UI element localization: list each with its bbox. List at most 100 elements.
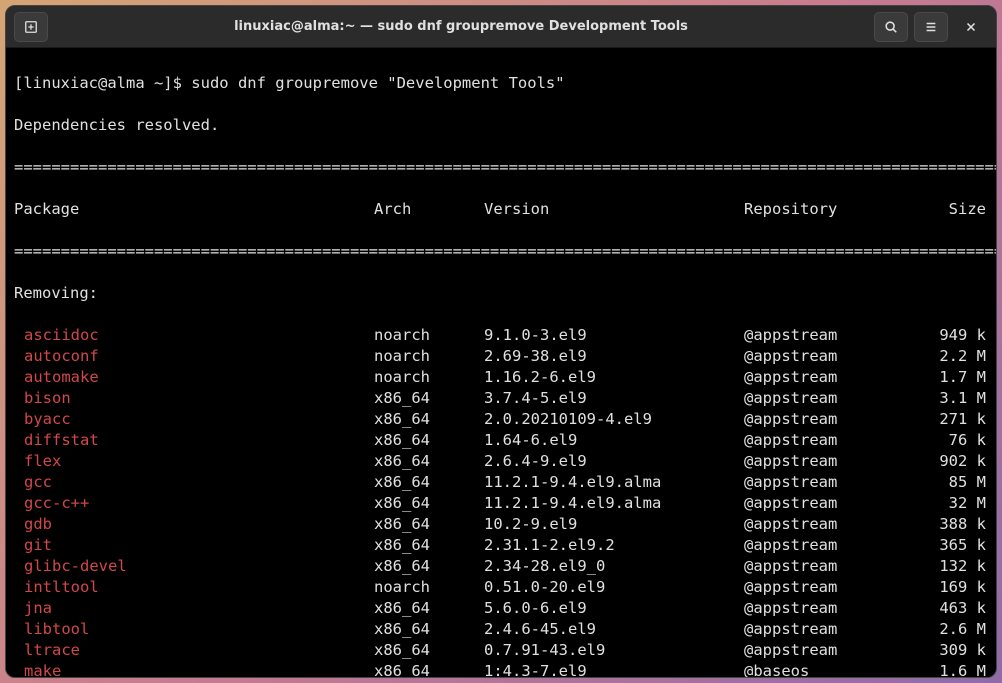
- pkg-repo: @appstream: [744, 535, 894, 556]
- pkg-arch: noarch: [374, 367, 484, 388]
- table-row: gdbx86_6410.2-9.el9@appstream388 k: [14, 514, 988, 535]
- menu-button[interactable]: [914, 12, 948, 42]
- deps-line: Dependencies resolved.: [14, 115, 988, 136]
- pkg-arch: x86_64: [374, 598, 484, 619]
- table-row: ltracex86_640.7.91-43.el9@appstream309 k: [14, 640, 988, 661]
- pkg-size: 365 k: [894, 535, 988, 556]
- pkg-repo: @appstream: [744, 493, 894, 514]
- pkg-arch: noarch: [374, 577, 484, 598]
- removing-section: Removing:: [14, 283, 988, 304]
- pkg-size: 949 k: [894, 325, 988, 346]
- terminal-content[interactable]: [linuxiac@alma ~]$ sudo dnf groupremove …: [6, 48, 996, 677]
- pkg-repo: @appstream: [744, 640, 894, 661]
- pkg-arch: x86_64: [374, 661, 484, 677]
- pkg-repo: @appstream: [744, 430, 894, 451]
- pkg-version: 0.7.91-43.el9: [484, 640, 744, 661]
- table-row: byaccx86_642.0.20210109-4.el9@appstream2…: [14, 409, 988, 430]
- pkg-repo: @appstream: [744, 388, 894, 409]
- pkg-name: diffstat: [14, 430, 374, 451]
- new-tab-button[interactable]: [14, 12, 48, 42]
- pkg-size: 388 k: [894, 514, 988, 535]
- pkg-name: ltrace: [14, 640, 374, 661]
- pkg-arch: x86_64: [374, 535, 484, 556]
- pkg-version: 10.2-9.el9: [484, 514, 744, 535]
- pkg-arch: x86_64: [374, 556, 484, 577]
- pkg-repo: @appstream: [744, 472, 894, 493]
- table-row: diffstatx86_641.64-6.el9@appstream76 k: [14, 430, 988, 451]
- pkg-version: 3.7.4-5.el9: [484, 388, 744, 409]
- table-row: gitx86_642.31.1-2.el9.2@appstream365 k: [14, 535, 988, 556]
- pkg-repo: @appstream: [744, 346, 894, 367]
- pkg-repo: @appstream: [744, 514, 894, 535]
- pkg-size: 902 k: [894, 451, 988, 472]
- search-button[interactable]: [874, 12, 908, 42]
- col-version: Version: [484, 199, 744, 220]
- pkg-arch: x86_64: [374, 409, 484, 430]
- pkg-repo: @appstream: [744, 598, 894, 619]
- table-row: intltoolnoarch0.51.0-20.el9@appstream169…: [14, 577, 988, 598]
- pkg-repo: @appstream: [744, 619, 894, 640]
- pkg-repo: @appstream: [744, 367, 894, 388]
- pkg-size: 271 k: [894, 409, 988, 430]
- pkg-size: 1.6 M: [894, 661, 988, 677]
- separator: ========================================…: [14, 241, 988, 262]
- pkg-name: git: [14, 535, 374, 556]
- pkg-name: bison: [14, 388, 374, 409]
- pkg-name: gcc: [14, 472, 374, 493]
- pkg-name: automake: [14, 367, 374, 388]
- table-row: flexx86_642.6.4-9.el9@appstream902 k: [14, 451, 988, 472]
- pkg-version: 1.16.2-6.el9: [484, 367, 744, 388]
- table-row: asciidocnoarch9.1.0-3.el9@appstream949 k: [14, 325, 988, 346]
- table-row: libtoolx86_642.4.6-45.el9@appstream2.6 M: [14, 619, 988, 640]
- pkg-name: jna: [14, 598, 374, 619]
- col-size: Size: [894, 199, 988, 220]
- pkg-name: make: [14, 661, 374, 677]
- pkg-name: intltool: [14, 577, 374, 598]
- pkg-version: 9.1.0-3.el9: [484, 325, 744, 346]
- pkg-version: 2.69-38.el9: [484, 346, 744, 367]
- pkg-version: 1:4.3-7.el9: [484, 661, 744, 677]
- pkg-arch: x86_64: [374, 388, 484, 409]
- table-header: PackageArchVersionRepositorySize: [14, 199, 988, 220]
- pkg-version: 5.6.0-6.el9: [484, 598, 744, 619]
- close-button[interactable]: [954, 12, 988, 42]
- pkg-size: 2.6 M: [894, 619, 988, 640]
- pkg-version: 0.51.0-20.el9: [484, 577, 744, 598]
- pkg-version: 2.34-28.el9_0: [484, 556, 744, 577]
- pkg-size: 3.1 M: [894, 388, 988, 409]
- pkg-name: flex: [14, 451, 374, 472]
- pkg-name: glibc-devel: [14, 556, 374, 577]
- pkg-name: libtool: [14, 619, 374, 640]
- pkg-name: gdb: [14, 514, 374, 535]
- prompt-line: [linuxiac@alma ~]$ sudo dnf groupremove …: [14, 73, 988, 94]
- pkg-size: 1.7 M: [894, 367, 988, 388]
- terminal-window: linuxiac@alma:~ — sudo dnf groupremove D…: [5, 5, 997, 678]
- pkg-version: 11.2.1-9.4.el9.alma: [484, 493, 744, 514]
- pkg-repo: @appstream: [744, 577, 894, 598]
- col-repo: Repository: [744, 199, 894, 220]
- pkg-size: 132 k: [894, 556, 988, 577]
- separator: ========================================…: [14, 157, 988, 178]
- pkg-arch: x86_64: [374, 472, 484, 493]
- window-title: linuxiac@alma:~ — sudo dnf groupremove D…: [48, 19, 874, 34]
- col-arch: Arch: [374, 199, 484, 220]
- table-row: jnax86_645.6.0-6.el9@appstream463 k: [14, 598, 988, 619]
- col-package: Package: [14, 199, 374, 220]
- pkg-version: 2.0.20210109-4.el9: [484, 409, 744, 430]
- titlebar: linuxiac@alma:~ — sudo dnf groupremove D…: [6, 6, 996, 48]
- pkg-name: autoconf: [14, 346, 374, 367]
- table-row: gcc-c++x86_6411.2.1-9.4.el9.alma@appstre…: [14, 493, 988, 514]
- table-row: autoconfnoarch2.69-38.el9@appstream2.2 M: [14, 346, 988, 367]
- pkg-repo: @baseos: [744, 661, 894, 677]
- pkg-size: 76 k: [894, 430, 988, 451]
- table-row: makex86_641:4.3-7.el9@baseos1.6 M: [14, 661, 988, 677]
- table-row: gccx86_6411.2.1-9.4.el9.alma@appstream85…: [14, 472, 988, 493]
- pkg-name: gcc-c++: [14, 493, 374, 514]
- pkg-repo: @appstream: [744, 556, 894, 577]
- pkg-arch: x86_64: [374, 640, 484, 661]
- pkg-size: 463 k: [894, 598, 988, 619]
- pkg-repo: @appstream: [744, 409, 894, 430]
- pkg-arch: noarch: [374, 346, 484, 367]
- pkg-arch: x86_64: [374, 514, 484, 535]
- pkg-version: 1.64-6.el9: [484, 430, 744, 451]
